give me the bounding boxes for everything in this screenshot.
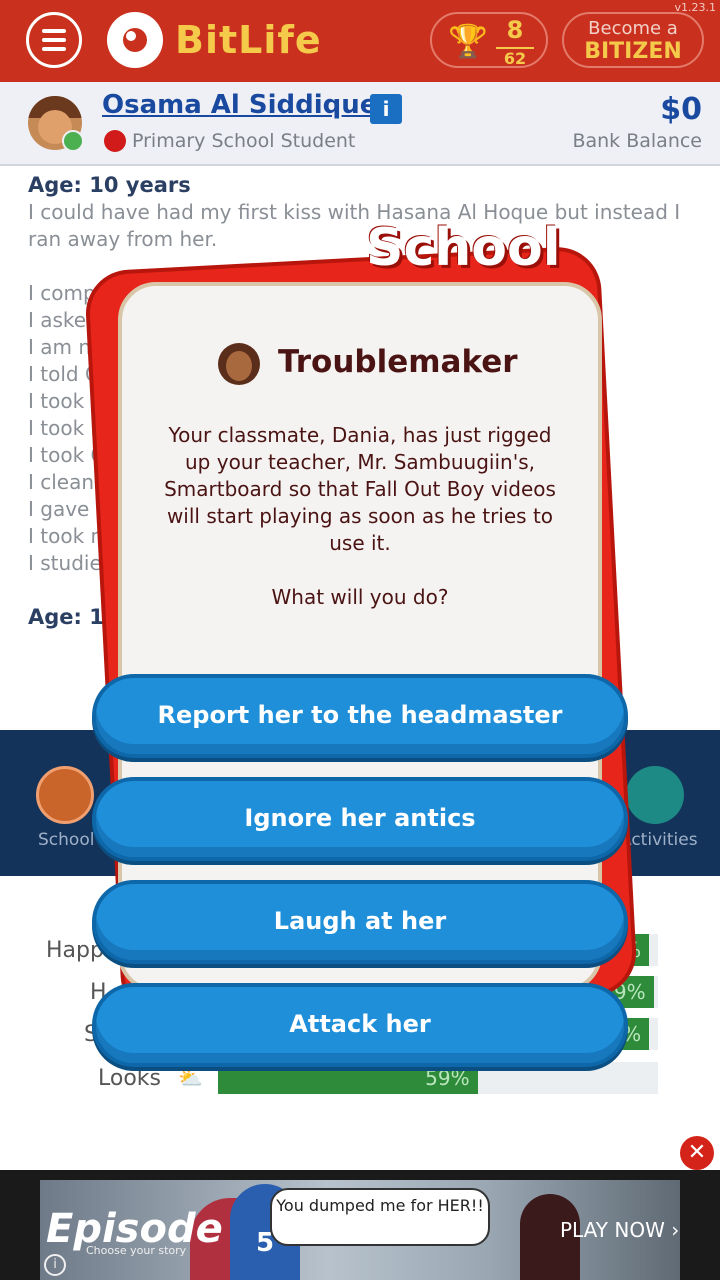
choice-laugh-button[interactable]: Laugh at her <box>92 880 628 964</box>
choice-attack-button[interactable]: Attack her <box>92 983 628 1067</box>
modal-heading: Troublemaker <box>278 344 518 380</box>
choice-report-button[interactable]: Report her to the headmaster <box>92 674 628 758</box>
modal-body-text: Your classmate, Dania, has just rigged u… <box>164 423 556 555</box>
modal-question: What will you do? <box>271 585 449 609</box>
modal-category-title: School <box>366 218 561 278</box>
classmate-avatar-icon <box>218 343 260 385</box>
choice-ignore-button[interactable]: Ignore her antics <box>92 777 628 861</box>
